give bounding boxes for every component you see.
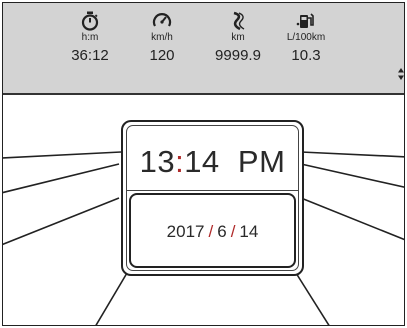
stat-distance[interactable]: km 9999.9	[203, 11, 273, 64]
stat-speed[interactable]: km/h 120	[127, 11, 197, 64]
stat-unit: L/100km	[286, 32, 326, 43]
speedometer-icon	[152, 13, 172, 27]
stat-unit: km	[231, 32, 245, 43]
stat-unit: km/h	[151, 32, 173, 43]
fuel-pump-icon	[296, 13, 314, 28]
time-display: 13:14 PM	[123, 144, 302, 180]
date-separator: /	[208, 222, 214, 241]
scroll-arrows-icon[interactable]	[397, 67, 405, 81]
date-year: 2017	[166, 222, 205, 241]
time-ampm: PM	[237, 144, 286, 179]
clock-widget[interactable]: 13:14 PM 2017/6/14	[121, 120, 304, 276]
date-separator: /	[230, 222, 236, 241]
date-display: 2017/6/14	[131, 222, 294, 242]
road-icon	[233, 11, 245, 31]
date-panel[interactable]: 2017/6/14	[129, 193, 296, 268]
stat-value: 10.3	[291, 47, 321, 64]
stopwatch-icon	[81, 11, 99, 31]
stat-fuel-consumption[interactable]: L/100km 10.3	[271, 11, 341, 64]
stat-value: 9999.9	[215, 47, 261, 64]
time-minute: 14	[184, 144, 220, 179]
stat-value: 36:12	[71, 47, 109, 64]
time-colon: :	[175, 144, 185, 179]
date-day: 14	[239, 222, 259, 241]
stat-unit: h:m	[81, 32, 99, 43]
clock-divider	[126, 190, 299, 191]
date-month: 6	[217, 222, 227, 241]
time-hour: 13	[139, 144, 176, 179]
stat-trip-time[interactable]: h:m 36:12	[55, 11, 125, 64]
stat-value: 120	[149, 47, 175, 64]
trip-info-bar: h:m 36:12 km/h 120 km 9999.9 L/100km 10.…	[3, 3, 405, 95]
dashboard-frame: h:m 36:12 km/h 120 km 9999.9 L/100km 10.…	[2, 2, 405, 326]
